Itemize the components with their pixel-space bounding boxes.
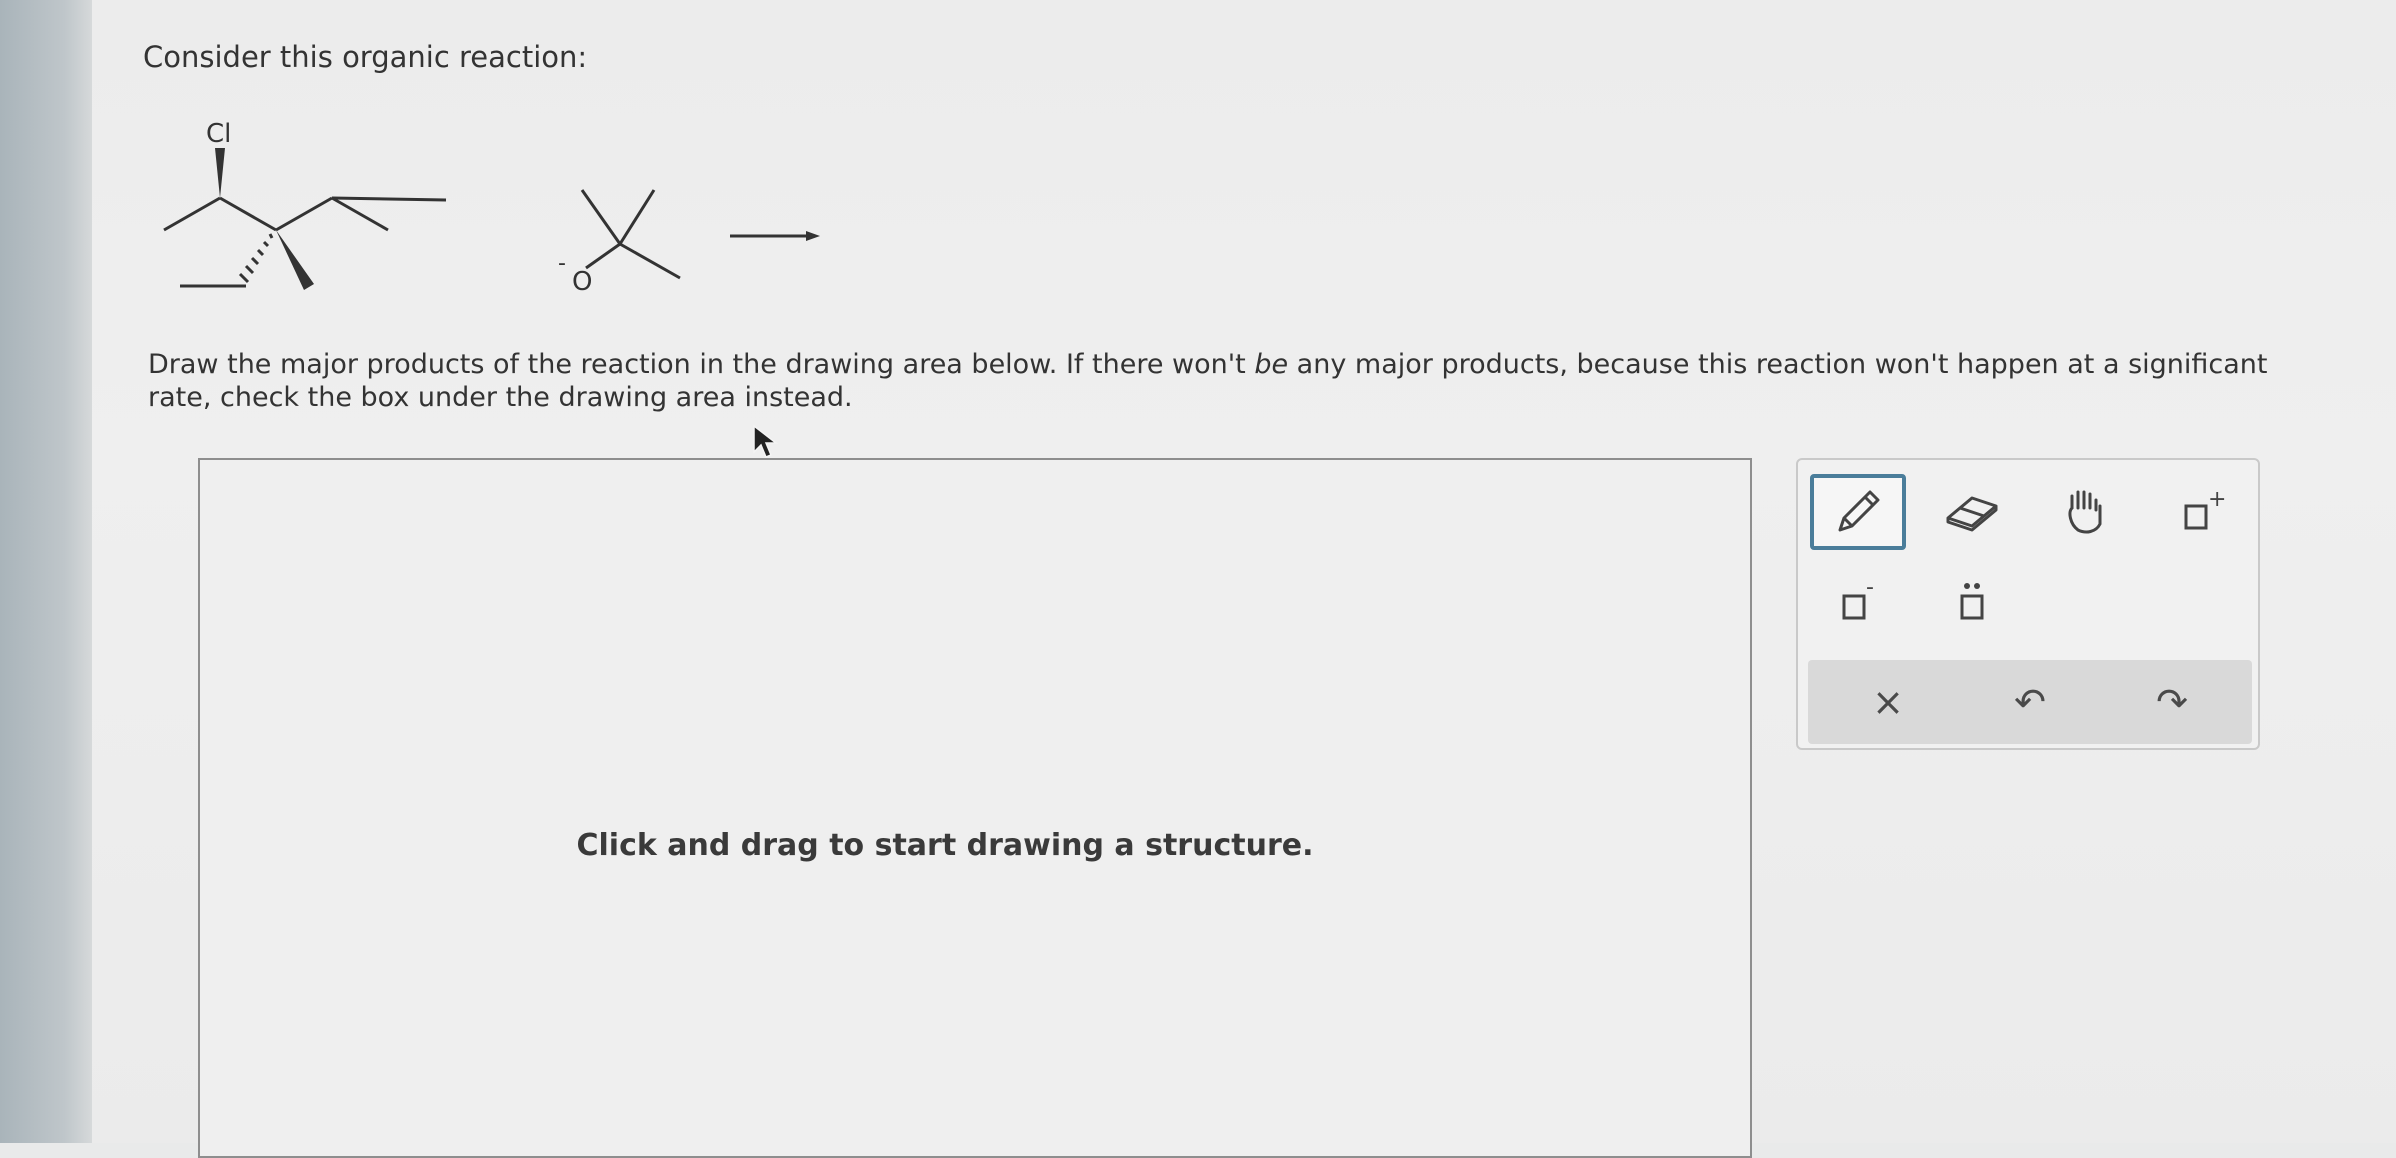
- undo-icon: ↶: [2014, 680, 2046, 724]
- left-edge-strip: [0, 0, 92, 1143]
- hashed-bond: [238, 233, 274, 284]
- reaction-arrow: [730, 231, 820, 241]
- lone-pair-tool[interactable]: [1924, 564, 2020, 640]
- chlorine-label: Cl: [206, 119, 231, 149]
- lone-pair-icon: [1960, 583, 1984, 620]
- undo-button[interactable]: ↶: [1970, 660, 2090, 744]
- instructions-emphasis: be: [1254, 349, 1289, 380]
- mouse-cursor-icon: [753, 424, 779, 458]
- eraser-icon: [1946, 496, 1998, 532]
- negative-charge-label: -: [558, 251, 566, 276]
- redo-button[interactable]: ↷: [2112, 660, 2232, 744]
- negative-charge-tool[interactable]: -: [1810, 564, 1906, 640]
- substrate-molecule: [163, 196, 447, 232]
- clear-button[interactable]: ×: [1828, 660, 1948, 744]
- drawing-area-hint: Click and drag to start drawing a struct…: [576, 828, 1314, 863]
- drawing-area[interactable]: Click and drag to start drawing a struct…: [198, 458, 1752, 1158]
- hand-icon: [2068, 490, 2102, 534]
- tert-butoxide-molecule: [580, 189, 681, 280]
- hand-tool[interactable]: [2038, 474, 2134, 550]
- close-icon: ×: [1872, 680, 1904, 724]
- wedge-bond-methyl: [276, 230, 314, 290]
- redo-icon: ↷: [2156, 680, 2188, 724]
- svg-text:-: -: [1866, 575, 1874, 600]
- minus-charge-icon: -: [1842, 575, 1874, 620]
- eraser-tool[interactable]: [1924, 474, 2020, 550]
- action-bar: × ↶ ↷: [1808, 660, 2252, 744]
- plus-charge-icon: +: [2184, 487, 2226, 530]
- wedge-bond-cl: [215, 148, 225, 198]
- instructions-text-1: Draw the major products of the reaction …: [148, 349, 1255, 380]
- pencil-tool[interactable]: [1810, 474, 1906, 550]
- oxygen-label: O: [572, 267, 592, 297]
- pencil-icon: [1838, 490, 1880, 532]
- positive-charge-tool[interactable]: +: [2152, 474, 2248, 550]
- question-instructions: Draw the major products of the reaction …: [148, 348, 2328, 414]
- svg-text:+: +: [2208, 487, 2226, 512]
- question-intro: Consider this organic reaction:: [143, 40, 588, 74]
- reaction-scheme: Cl O -: [163, 119, 820, 297]
- drawing-toolbox: + - × ↶ ↷: [1796, 458, 2260, 750]
